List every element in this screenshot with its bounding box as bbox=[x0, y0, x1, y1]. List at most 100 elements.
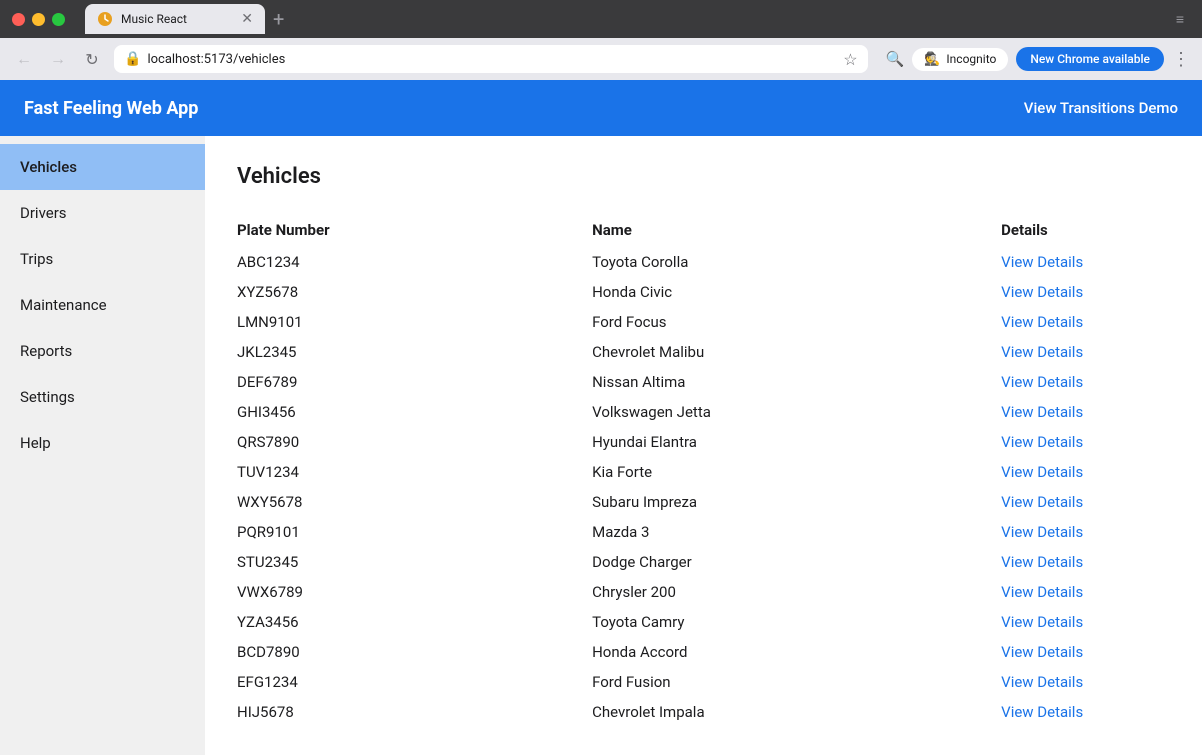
maximize-window-button[interactable] bbox=[52, 13, 65, 26]
cell-details: View Details bbox=[1001, 397, 1170, 427]
cell-details: View Details bbox=[1001, 457, 1170, 487]
star-icon[interactable]: ☆ bbox=[843, 50, 857, 69]
sidebar: Vehicles Drivers Trips Maintenance Repor… bbox=[0, 136, 205, 755]
cell-name: Dodge Charger bbox=[592, 547, 1001, 577]
table-row: WXY5678Subaru ImprezaView Details bbox=[237, 487, 1170, 517]
incognito-button[interactable]: 🕵 Incognito bbox=[912, 48, 1008, 71]
view-details-link[interactable]: View Details bbox=[1001, 553, 1083, 571]
tab-close-button[interactable]: ✕ bbox=[241, 11, 253, 27]
cell-plate: VWX6789 bbox=[237, 577, 592, 607]
view-details-link[interactable]: View Details bbox=[1001, 313, 1083, 331]
sidebar-item-vehicles[interactable]: Vehicles bbox=[0, 144, 205, 190]
cell-plate: WXY5678 bbox=[237, 487, 592, 517]
cell-plate: YZA3456 bbox=[237, 607, 592, 637]
sidebar-item-settings[interactable]: Settings bbox=[0, 374, 205, 420]
cell-name: Volkswagen Jetta bbox=[592, 397, 1001, 427]
cell-name: Mazda 3 bbox=[592, 517, 1001, 547]
traffic-lights bbox=[12, 13, 65, 26]
view-details-link[interactable]: View Details bbox=[1001, 673, 1083, 691]
sidebar-item-maintenance[interactable]: Maintenance bbox=[0, 282, 205, 328]
table-row: YZA3456Toyota CamryView Details bbox=[237, 607, 1170, 637]
cell-name: Toyota Corolla bbox=[592, 247, 1001, 277]
close-window-button[interactable] bbox=[12, 13, 25, 26]
tab-favicon-icon bbox=[97, 11, 113, 27]
browser-actions: 🔍 🕵 Incognito New Chrome available ⋮ bbox=[886, 47, 1190, 71]
sidebar-item-drivers[interactable]: Drivers bbox=[0, 190, 205, 236]
cell-plate: LMN9101 bbox=[237, 307, 592, 337]
table-row: DEF6789Nissan AltimaView Details bbox=[237, 367, 1170, 397]
lock-icon: 🔒 bbox=[124, 51, 141, 67]
zoom-icon[interactable]: 🔍 bbox=[886, 50, 905, 68]
table-row: JKL2345Chevrolet MalibuView Details bbox=[237, 337, 1170, 367]
view-details-link[interactable]: View Details bbox=[1001, 583, 1083, 601]
cell-plate: EFG1234 bbox=[237, 667, 592, 697]
url-bar[interactable]: 🔒 localhost:5173/vehicles ☆ bbox=[114, 45, 868, 73]
new-chrome-button[interactable]: New Chrome available bbox=[1016, 47, 1164, 71]
cell-plate: JKL2345 bbox=[237, 337, 592, 367]
view-transitions-link[interactable]: View Transitions Demo bbox=[1024, 99, 1178, 117]
forward-button[interactable]: → bbox=[46, 49, 70, 69]
page-title: Vehicles bbox=[237, 164, 1170, 189]
url-text: localhost:5173/vehicles bbox=[147, 52, 837, 67]
view-details-link[interactable]: View Details bbox=[1001, 493, 1083, 511]
cell-plate: QRS7890 bbox=[237, 427, 592, 457]
minimize-window-button[interactable] bbox=[32, 13, 45, 26]
cell-details: View Details bbox=[1001, 577, 1170, 607]
sidebar-item-trips[interactable]: Trips bbox=[0, 236, 205, 282]
incognito-label: Incognito bbox=[946, 52, 996, 66]
view-details-link[interactable]: View Details bbox=[1001, 373, 1083, 391]
back-button[interactable]: ← bbox=[12, 49, 36, 69]
cell-plate: PQR9101 bbox=[237, 517, 592, 547]
cell-details: View Details bbox=[1001, 697, 1170, 727]
cell-name: Ford Fusion bbox=[592, 667, 1001, 697]
cell-name: Subaru Impreza bbox=[592, 487, 1001, 517]
table-row: TUV1234Kia ForteView Details bbox=[237, 457, 1170, 487]
table-row: GHI3456Volkswagen JettaView Details bbox=[237, 397, 1170, 427]
cell-name: Chrysler 200 bbox=[592, 577, 1001, 607]
view-details-link[interactable]: View Details bbox=[1001, 283, 1083, 301]
cell-name: Nissan Altima bbox=[592, 367, 1001, 397]
more-options-button[interactable]: ⋮ bbox=[1172, 49, 1190, 70]
title-bar: Music React ✕ + ≡ bbox=[0, 0, 1202, 38]
view-details-link[interactable]: View Details bbox=[1001, 433, 1083, 451]
cell-details: View Details bbox=[1001, 367, 1170, 397]
view-details-link[interactable]: View Details bbox=[1001, 703, 1083, 721]
cell-plate: HIJ5678 bbox=[237, 697, 592, 727]
reload-button[interactable]: ↻ bbox=[80, 50, 104, 69]
table-row: XYZ5678Honda CivicView Details bbox=[237, 277, 1170, 307]
cell-plate: STU2345 bbox=[237, 547, 592, 577]
col-header-plate: Plate Number bbox=[237, 213, 592, 247]
incognito-icon: 🕵 bbox=[924, 52, 940, 67]
cell-plate: GHI3456 bbox=[237, 397, 592, 427]
view-details-link[interactable]: View Details bbox=[1001, 643, 1083, 661]
cell-details: View Details bbox=[1001, 247, 1170, 277]
table-row: LMN9101Ford FocusView Details bbox=[237, 307, 1170, 337]
cell-plate: XYZ5678 bbox=[237, 277, 592, 307]
app-content: Fast Feeling Web App View Transitions De… bbox=[0, 80, 1202, 755]
view-details-link[interactable]: View Details bbox=[1001, 253, 1083, 271]
col-header-details: Details bbox=[1001, 213, 1170, 247]
cell-name: Kia Forte bbox=[592, 457, 1001, 487]
view-details-link[interactable]: View Details bbox=[1001, 613, 1083, 631]
active-tab[interactable]: Music React ✕ bbox=[85, 4, 265, 34]
extensions-icon[interactable]: ≡ bbox=[1176, 11, 1184, 28]
table-row: STU2345Dodge ChargerView Details bbox=[237, 547, 1170, 577]
new-tab-button[interactable]: + bbox=[273, 7, 284, 31]
app-body: Vehicles Drivers Trips Maintenance Repor… bbox=[0, 136, 1202, 755]
view-details-link[interactable]: View Details bbox=[1001, 343, 1083, 361]
view-details-link[interactable]: View Details bbox=[1001, 463, 1083, 481]
sidebar-item-reports[interactable]: Reports bbox=[0, 328, 205, 374]
app-title: Fast Feeling Web App bbox=[24, 98, 198, 119]
browser-frame: Music React ✕ + ≡ ← → ↻ 🔒 localhost:5173… bbox=[0, 0, 1202, 755]
cell-details: View Details bbox=[1001, 547, 1170, 577]
table-row: PQR9101Mazda 3View Details bbox=[237, 517, 1170, 547]
cell-details: View Details bbox=[1001, 607, 1170, 637]
view-details-link[interactable]: View Details bbox=[1001, 403, 1083, 421]
view-details-link[interactable]: View Details bbox=[1001, 523, 1083, 541]
vehicles-table: Plate Number Name Details ABC1234Toyota … bbox=[237, 213, 1170, 727]
sidebar-item-help[interactable]: Help bbox=[0, 420, 205, 466]
cell-details: View Details bbox=[1001, 307, 1170, 337]
cell-name: Chevrolet Impala bbox=[592, 697, 1001, 727]
cell-details: View Details bbox=[1001, 337, 1170, 367]
cell-name: Chevrolet Malibu bbox=[592, 337, 1001, 367]
